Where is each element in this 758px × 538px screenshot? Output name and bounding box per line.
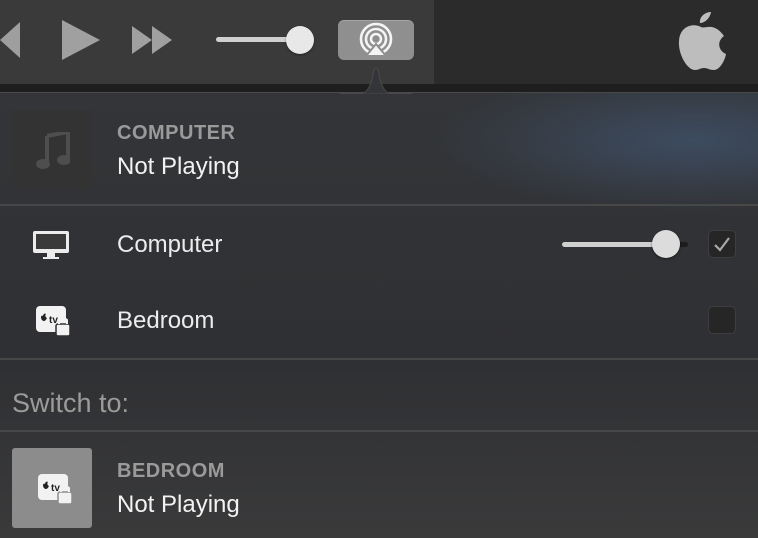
switch-item-status[interactable]: Not Playing — [117, 491, 240, 519]
device-row-bedroom[interactable]: tv Bedroom — [0, 286, 758, 356]
play-button[interactable] — [58, 18, 102, 62]
computer-volume-fill — [562, 242, 666, 247]
music-note-icon — [36, 132, 70, 169]
computer-checkbox[interactable] — [708, 230, 736, 258]
computer-volume-knob[interactable] — [652, 230, 680, 258]
switch-to-heading: Switch to: — [12, 388, 130, 418]
apple-logo-icon — [674, 8, 728, 72]
master-volume-knob[interactable] — [286, 26, 314, 54]
rewind-icon — [0, 22, 20, 58]
now-playing-status: Not Playing — [117, 153, 240, 180]
play-icon — [62, 20, 100, 60]
section-divider — [0, 430, 758, 432]
now-playing-artwork — [12, 110, 92, 190]
rewind-button[interactable] — [0, 22, 24, 58]
switch-item-artwork[interactable]: tv — [12, 448, 92, 528]
fast-forward-button[interactable] — [130, 24, 176, 56]
fast-forward-icon — [132, 26, 172, 54]
popover-arrow — [340, 67, 412, 94]
device-label-computer: Computer — [117, 231, 223, 258]
checkmark-icon — [714, 237, 730, 252]
now-playing-source: COMPUTER — [117, 122, 236, 144]
device-label-bedroom: Bedroom — [117, 307, 215, 334]
switch-item-source[interactable]: BEDROOM — [117, 460, 225, 483]
airplay-icon — [359, 22, 393, 57]
section-divider — [0, 204, 758, 206]
apple-tv-locked-icon: tv — [38, 474, 73, 505]
popover-background-glow — [430, 93, 758, 213]
monitor-icon — [33, 231, 69, 259]
apple-tv-locked-icon: tv — [36, 306, 71, 337]
bedroom-checkbox[interactable] — [708, 306, 736, 334]
airplay-button[interactable] — [338, 20, 414, 60]
section-divider — [0, 358, 758, 360]
